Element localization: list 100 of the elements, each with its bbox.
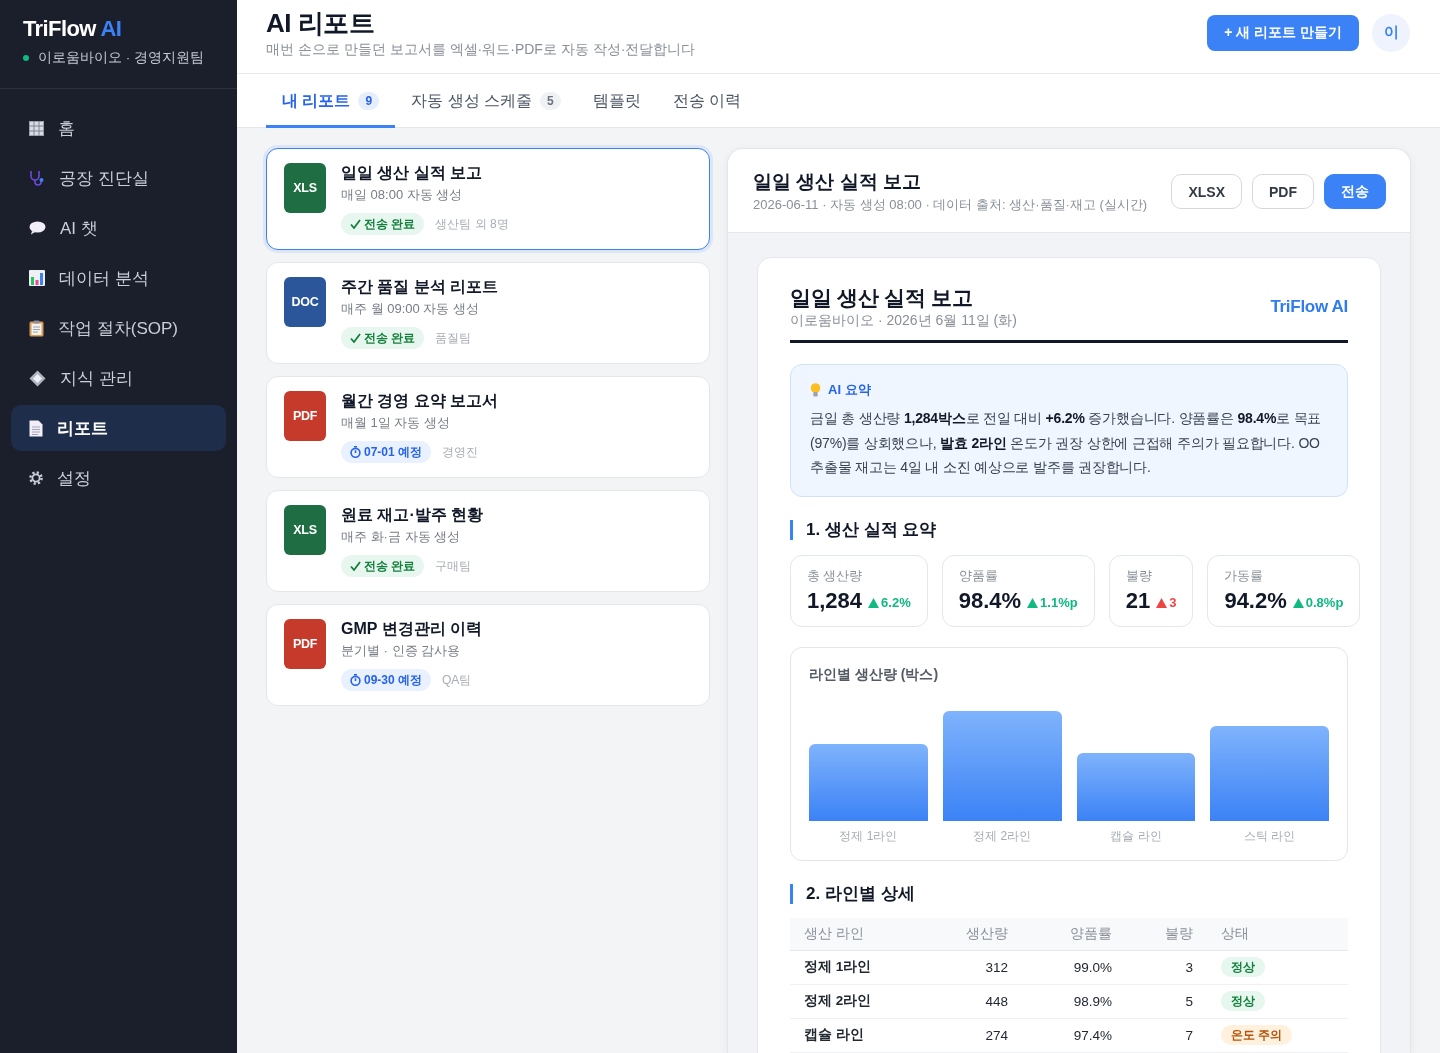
- brand-logo: TriFlow AI: [23, 16, 123, 42]
- status-text: 09-30 예정: [364, 671, 423, 689]
- organization-name: 이로움바이오 · 경영지원팀: [38, 49, 204, 67]
- settings-icon: [29, 471, 43, 485]
- up-triangle-icon: [1292, 597, 1304, 608]
- nav-item[interactable]: 리포트: [11, 405, 226, 451]
- file-type-tile: XLS: [284, 163, 326, 213]
- metric-value: 1,284: [807, 587, 863, 614]
- report-card[interactable]: DOC 주간 품질 분석 리포트 매주 월 09:00 자동 생성 전송 완료 품질팀: [266, 262, 710, 364]
- check-icon: [350, 333, 361, 343]
- status-dot-icon: [23, 55, 29, 61]
- send-button[interactable]: 전송: [1324, 174, 1386, 209]
- up-triangle-icon: [1156, 597, 1168, 608]
- table-cell-text: 정제 1라인: [803, 958, 873, 976]
- report-recipients: QA팀: [442, 671, 472, 689]
- metric-delta: 0.8%p: [1305, 595, 1344, 610]
- table-cell-text: 5: [1184, 993, 1194, 1009]
- tab[interactable]: 템플릿: [576, 74, 657, 128]
- page-title: AI 리포트: [266, 7, 376, 38]
- report-schedule: 매일 08:00 자동 생성: [341, 186, 463, 204]
- bar-label: 스틱 라인: [1242, 827, 1297, 845]
- bar-chart-icon: [29, 270, 45, 286]
- nav-item[interactable]: 홈: [11, 105, 226, 151]
- metric-label: 가동률: [1224, 567, 1265, 584]
- table-cell-text: 99.0%: [1072, 959, 1113, 975]
- nav-item[interactable]: 작업 절차(SOP): [11, 305, 226, 351]
- status-tag: 정상: [1221, 957, 1265, 978]
- tab-count: 5: [540, 92, 561, 110]
- metric-delta: 3: [1169, 595, 1177, 610]
- table-cell-text: 캡슐 라인: [803, 1026, 865, 1044]
- report-schedule: 매월 1일 자동 생성: [341, 414, 451, 432]
- nav-item[interactable]: 지식 관리: [11, 355, 226, 401]
- table-cell-text: 7: [1184, 1027, 1194, 1043]
- new-report-button[interactable]: + 새 리포트 만들기: [1207, 14, 1359, 51]
- metric-label: 양품률: [958, 567, 999, 584]
- page-subtitle: 매번 손으로 만들던 보고서를 엑셀·워드·PDF로 자동 작성·전달합니다: [266, 39, 696, 58]
- download-button[interactable]: PDF: [1252, 174, 1314, 209]
- tab[interactable]: 자동 생성 스케줄 5: [395, 74, 577, 128]
- nav-item[interactable]: 설정: [11, 455, 226, 501]
- metric-label: 총 생산량: [807, 567, 864, 584]
- file-type-tile: DOC: [284, 277, 326, 327]
- stethoscope-icon: [29, 170, 45, 186]
- nav-item[interactable]: 데이터 분석: [11, 255, 226, 301]
- nav-item[interactable]: 공장 진단실: [11, 155, 226, 201]
- metric-delta: 1.1%p: [1040, 595, 1078, 610]
- grid-icon: [29, 120, 44, 136]
- report-card[interactable]: XLS 원료 재고·발주 현황 매주 화·금 자동 생성 전송 완료 구매팀: [266, 490, 710, 592]
- metric-delta: 6.2%: [881, 595, 911, 610]
- ai-summary-title: AI 요약: [828, 381, 871, 399]
- table-cell-text: 97.4%: [1072, 1027, 1113, 1043]
- bar-label: 정제 2라인: [972, 827, 1033, 845]
- diamond-icon: [29, 369, 46, 387]
- report-recipients: 구매팀: [435, 557, 472, 575]
- table-cell-text: 274: [984, 1027, 1009, 1043]
- table-cell-text: 448: [984, 993, 1009, 1009]
- file-type-tile: XLS: [284, 505, 326, 555]
- tab[interactable]: 내 리포트 9: [266, 74, 396, 128]
- report-title: 월간 경영 요약 보고서: [341, 391, 499, 411]
- column-header: 양품률: [1069, 924, 1113, 943]
- report-schedule: 매주 월 09:00 자동 생성: [341, 300, 479, 318]
- table-cell-text: 312: [984, 959, 1009, 975]
- preview-meta: 2026-06-11 · 자동 생성 08:00 · 데이터 출처: 생산·품질·재고 (실시간): [753, 195, 1148, 214]
- column-header: 상태: [1220, 924, 1250, 943]
- report-card[interactable]: PDF 월간 경영 요약 보고서 매월 1일 자동 생성 07-01 예정 경영진: [266, 376, 710, 478]
- report-schedule: 분기별 · 인증 감사용: [341, 642, 461, 660]
- column-header: 불량: [1164, 924, 1194, 943]
- status-tag: 온도 주의: [1221, 1025, 1293, 1046]
- metric-value: 94.2%: [1224, 587, 1287, 614]
- column-header: 생산량: [965, 924, 1009, 943]
- download-button[interactable]: XLSX: [1171, 174, 1242, 209]
- status-tag: 정상: [1221, 991, 1265, 1012]
- report-recipients: 생산팀 외 8명: [435, 215, 509, 233]
- status-text: 전송 완료: [364, 329, 416, 347]
- report-card[interactable]: PDF GMP 변경관리 이력 분기별 · 인증 감사용 09-30 예정 QA팀: [266, 604, 710, 706]
- column-header: 생산 라인: [803, 924, 865, 943]
- table-cell-text: 정제 2라인: [803, 992, 873, 1010]
- report-recipients: 경영진: [442, 443, 479, 461]
- report-title: 일일 생산 실적 보고: [341, 163, 483, 183]
- section-heading: 1. 생산 실적 요약: [790, 519, 1348, 540]
- chart-title: 라인별 생산량 (박스): [809, 664, 940, 683]
- status-text: 전송 완료: [364, 557, 416, 575]
- tab-count: 9: [358, 92, 380, 110]
- speech-bubble-icon: [29, 221, 46, 235]
- ai-summary-text: 금일 총 생산량 1,284박스로 전일 대비 +6.2% 증가했습니다. 양품률은 98.4%로 목표(97%)를 상회했으나, 발효 2라인 온도가 권장 상한에 근접해 주의가 필요합니다. OO 추출물 재고는 4일 내 소진 예상으로 발주를 권장합니다.: [810, 409, 1323, 477]
- metric-label: 불량: [1125, 567, 1153, 584]
- check-icon: [350, 219, 361, 229]
- nav-item[interactable]: AI 챗: [11, 205, 226, 251]
- status-text: 전송 완료: [364, 215, 416, 233]
- report-schedule: 매주 화·금 자동 생성: [341, 528, 461, 546]
- table-cell-text: 3: [1184, 959, 1194, 975]
- status-text: 07-01 예정: [364, 443, 423, 461]
- document-brand: TriFlow AI: [1270, 297, 1348, 317]
- report-card[interactable]: XLS 일일 생산 실적 보고 매일 08:00 자동 생성 전송 완료 생산팀 외 8명: [266, 148, 710, 250]
- bar-label: 정제 1라인: [838, 827, 899, 845]
- tab[interactable]: 전송 이력: [656, 74, 758, 128]
- metric-value: 98.4%: [958, 587, 1022, 614]
- up-triangle-icon: [868, 597, 880, 608]
- metric-value: 21: [1125, 587, 1151, 614]
- check-icon: [350, 561, 361, 571]
- document-subtitle: 이로움바이오 · 2026년 6월 11일 (화): [790, 311, 1017, 329]
